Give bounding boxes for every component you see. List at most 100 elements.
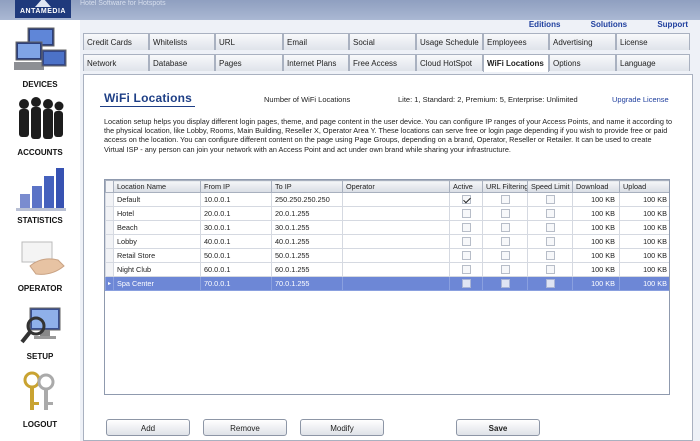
cell-url-filtering[interactable] — [482, 206, 528, 221]
sidebar-item-accounts[interactable]: ACCOUNTS — [0, 96, 80, 157]
cell-speed-limit[interactable] — [527, 206, 573, 221]
speed-limit-checkbox[interactable] — [545, 209, 555, 219]
table-row[interactable]: ▸ Spa Center 70.0.0.1 70.0.1.255 100 KB 100 K… — [105, 276, 669, 291]
cell-url-filtering[interactable] — [482, 248, 528, 263]
url-filtering-checkbox[interactable] — [500, 237, 510, 247]
tab-free-access[interactable]: Free Access — [349, 54, 416, 71]
speed-limit-checkbox[interactable] — [545, 237, 555, 247]
table-row[interactable]: Hotel 20.0.0.1 20.0.1.255 100 KB 100 KB — [105, 206, 669, 221]
tab-options[interactable]: Options — [549, 54, 616, 71]
sidebar-item-setup[interactable]: SETUP — [0, 304, 80, 361]
speed-limit-checkbox[interactable] — [545, 223, 555, 233]
speed-limit-checkbox[interactable] — [545, 265, 555, 275]
table-row[interactable]: Lobby 40.0.0.1 40.0.1.255 100 KB 100 KB — [105, 234, 669, 249]
cell-url-filtering[interactable] — [482, 276, 528, 291]
tab-email[interactable]: Email — [283, 33, 349, 50]
speed-limit-checkbox[interactable] — [545, 195, 555, 205]
col-upload[interactable]: Upload — [619, 180, 669, 193]
solutions-link[interactable]: Solutions — [591, 20, 627, 29]
url-filtering-checkbox[interactable] — [500, 195, 510, 205]
cell-operator — [342, 220, 450, 235]
cell-url-filtering[interactable] — [482, 220, 528, 235]
active-checkbox[interactable] — [461, 265, 471, 275]
cell-speed-limit[interactable] — [527, 192, 573, 207]
cell-speed-limit[interactable] — [527, 262, 573, 277]
url-filtering-checkbox[interactable] — [500, 223, 510, 233]
tab-social[interactable]: Social — [349, 33, 416, 50]
tab-cloud-hotspot[interactable]: Cloud HotSpot — [416, 54, 483, 71]
cell-active[interactable] — [449, 206, 483, 221]
tab-database[interactable]: Database — [149, 54, 215, 71]
sidebar-item-logout[interactable]: LOGOUT — [0, 370, 80, 429]
col-url-filtering[interactable]: URL Filtering — [482, 180, 528, 193]
support-link[interactable]: Support — [657, 20, 688, 29]
sidebar-item-devices[interactable]: DEVICES — [0, 26, 80, 89]
tab-employees[interactable]: Employees — [483, 33, 549, 50]
tab-whitelists[interactable]: Whitelists — [149, 33, 215, 50]
cell-speed-limit[interactable] — [527, 276, 573, 291]
tab-license[interactable]: License — [616, 33, 690, 50]
editions-link[interactable]: Editions — [529, 20, 561, 29]
cell-url-filtering[interactable] — [482, 234, 528, 249]
cell-active[interactable] — [449, 234, 483, 249]
table-row[interactable]: Retail Store 50.0.0.1 50.0.1.255 100 KB 100 … — [105, 248, 669, 263]
cell-operator — [342, 192, 450, 207]
url-filtering-checkbox[interactable] — [500, 265, 510, 275]
cell-speed-limit[interactable] — [527, 248, 573, 263]
active-checkbox[interactable] — [461, 209, 471, 219]
save-button[interactable]: Save — [456, 419, 540, 436]
tab-credit-cards[interactable]: Credit Cards — [83, 33, 149, 50]
cell-url-filtering[interactable] — [482, 262, 528, 277]
cell-from-ip: 70.0.0.1 — [200, 276, 272, 291]
table-row[interactable]: Beach 30.0.0.1 30.0.1.255 100 KB 100 KB — [105, 220, 669, 235]
sidebar-item-statistics[interactable]: STATISTICS — [0, 166, 80, 225]
remove-button[interactable]: Remove — [203, 419, 287, 436]
tab-url[interactable]: URL — [215, 33, 283, 50]
locations-table[interactable]: Location Name From IP To IP Operator Act… — [104, 179, 670, 395]
table-row[interactable]: Default 10.0.0.1 250.250.250.250 100 KB 100 … — [105, 192, 669, 207]
cell-upload: 100 KB — [619, 206, 669, 221]
tab-internet-plans[interactable]: Internet Plans — [283, 54, 349, 71]
cell-active[interactable] — [449, 276, 483, 291]
url-filtering-checkbox[interactable] — [500, 279, 510, 289]
table-header: Location Name From IP To IP Operator Act… — [105, 180, 669, 193]
modify-button[interactable]: Modify — [300, 419, 384, 436]
cell-active[interactable] — [449, 262, 483, 277]
col-from-ip[interactable]: From IP — [200, 180, 272, 193]
col-to-ip[interactable]: To IP — [271, 180, 343, 193]
tab-usage-schedule[interactable]: Usage Schedule — [416, 33, 483, 50]
col-location-name[interactable]: Location Name — [113, 180, 201, 193]
url-filtering-checkbox[interactable] — [500, 209, 510, 219]
speed-limit-checkbox[interactable] — [545, 251, 555, 261]
url-filtering-checkbox[interactable] — [500, 251, 510, 261]
col-download[interactable]: Download — [572, 180, 620, 193]
cell-speed-limit[interactable] — [527, 234, 573, 249]
cell-download: 100 KB — [572, 248, 620, 263]
active-checkbox[interactable] — [461, 195, 471, 205]
col-active[interactable]: Active — [449, 180, 483, 193]
upgrade-license-link[interactable]: Upgrade License — [612, 95, 669, 104]
speed-limit-checkbox[interactable] — [545, 279, 555, 289]
cell-speed-limit[interactable] — [527, 220, 573, 235]
cell-active[interactable] — [449, 192, 483, 207]
active-checkbox[interactable] — [461, 279, 471, 289]
col-speed-limit[interactable]: Speed Limit — [527, 180, 573, 193]
add-button[interactable]: Add — [106, 419, 190, 436]
cell-active[interactable] — [449, 220, 483, 235]
active-checkbox[interactable] — [461, 237, 471, 247]
tab-wifi-locations[interactable]: WiFi Locations — [483, 54, 549, 72]
active-checkbox[interactable] — [461, 223, 471, 233]
cell-download: 100 KB — [572, 262, 620, 277]
cell-active[interactable] — [449, 248, 483, 263]
active-checkbox[interactable] — [461, 251, 471, 261]
tab-advertising[interactable]: Advertising — [549, 33, 616, 50]
table-row[interactable]: Night Club 60.0.0.1 60.0.1.255 100 KB 100 KB — [105, 262, 669, 277]
cell-url-filtering[interactable] — [482, 192, 528, 207]
tab-network[interactable]: Network — [83, 54, 149, 71]
sidebar-item-operator[interactable]: OPERATOR — [0, 236, 80, 293]
tab-pages[interactable]: Pages — [215, 54, 283, 71]
cell-to-ip: 60.0.1.255 — [271, 262, 343, 277]
cell-to-ip: 250.250.250.250 — [271, 192, 343, 207]
col-operator[interactable]: Operator — [342, 180, 450, 193]
tab-language[interactable]: Language — [616, 54, 690, 71]
